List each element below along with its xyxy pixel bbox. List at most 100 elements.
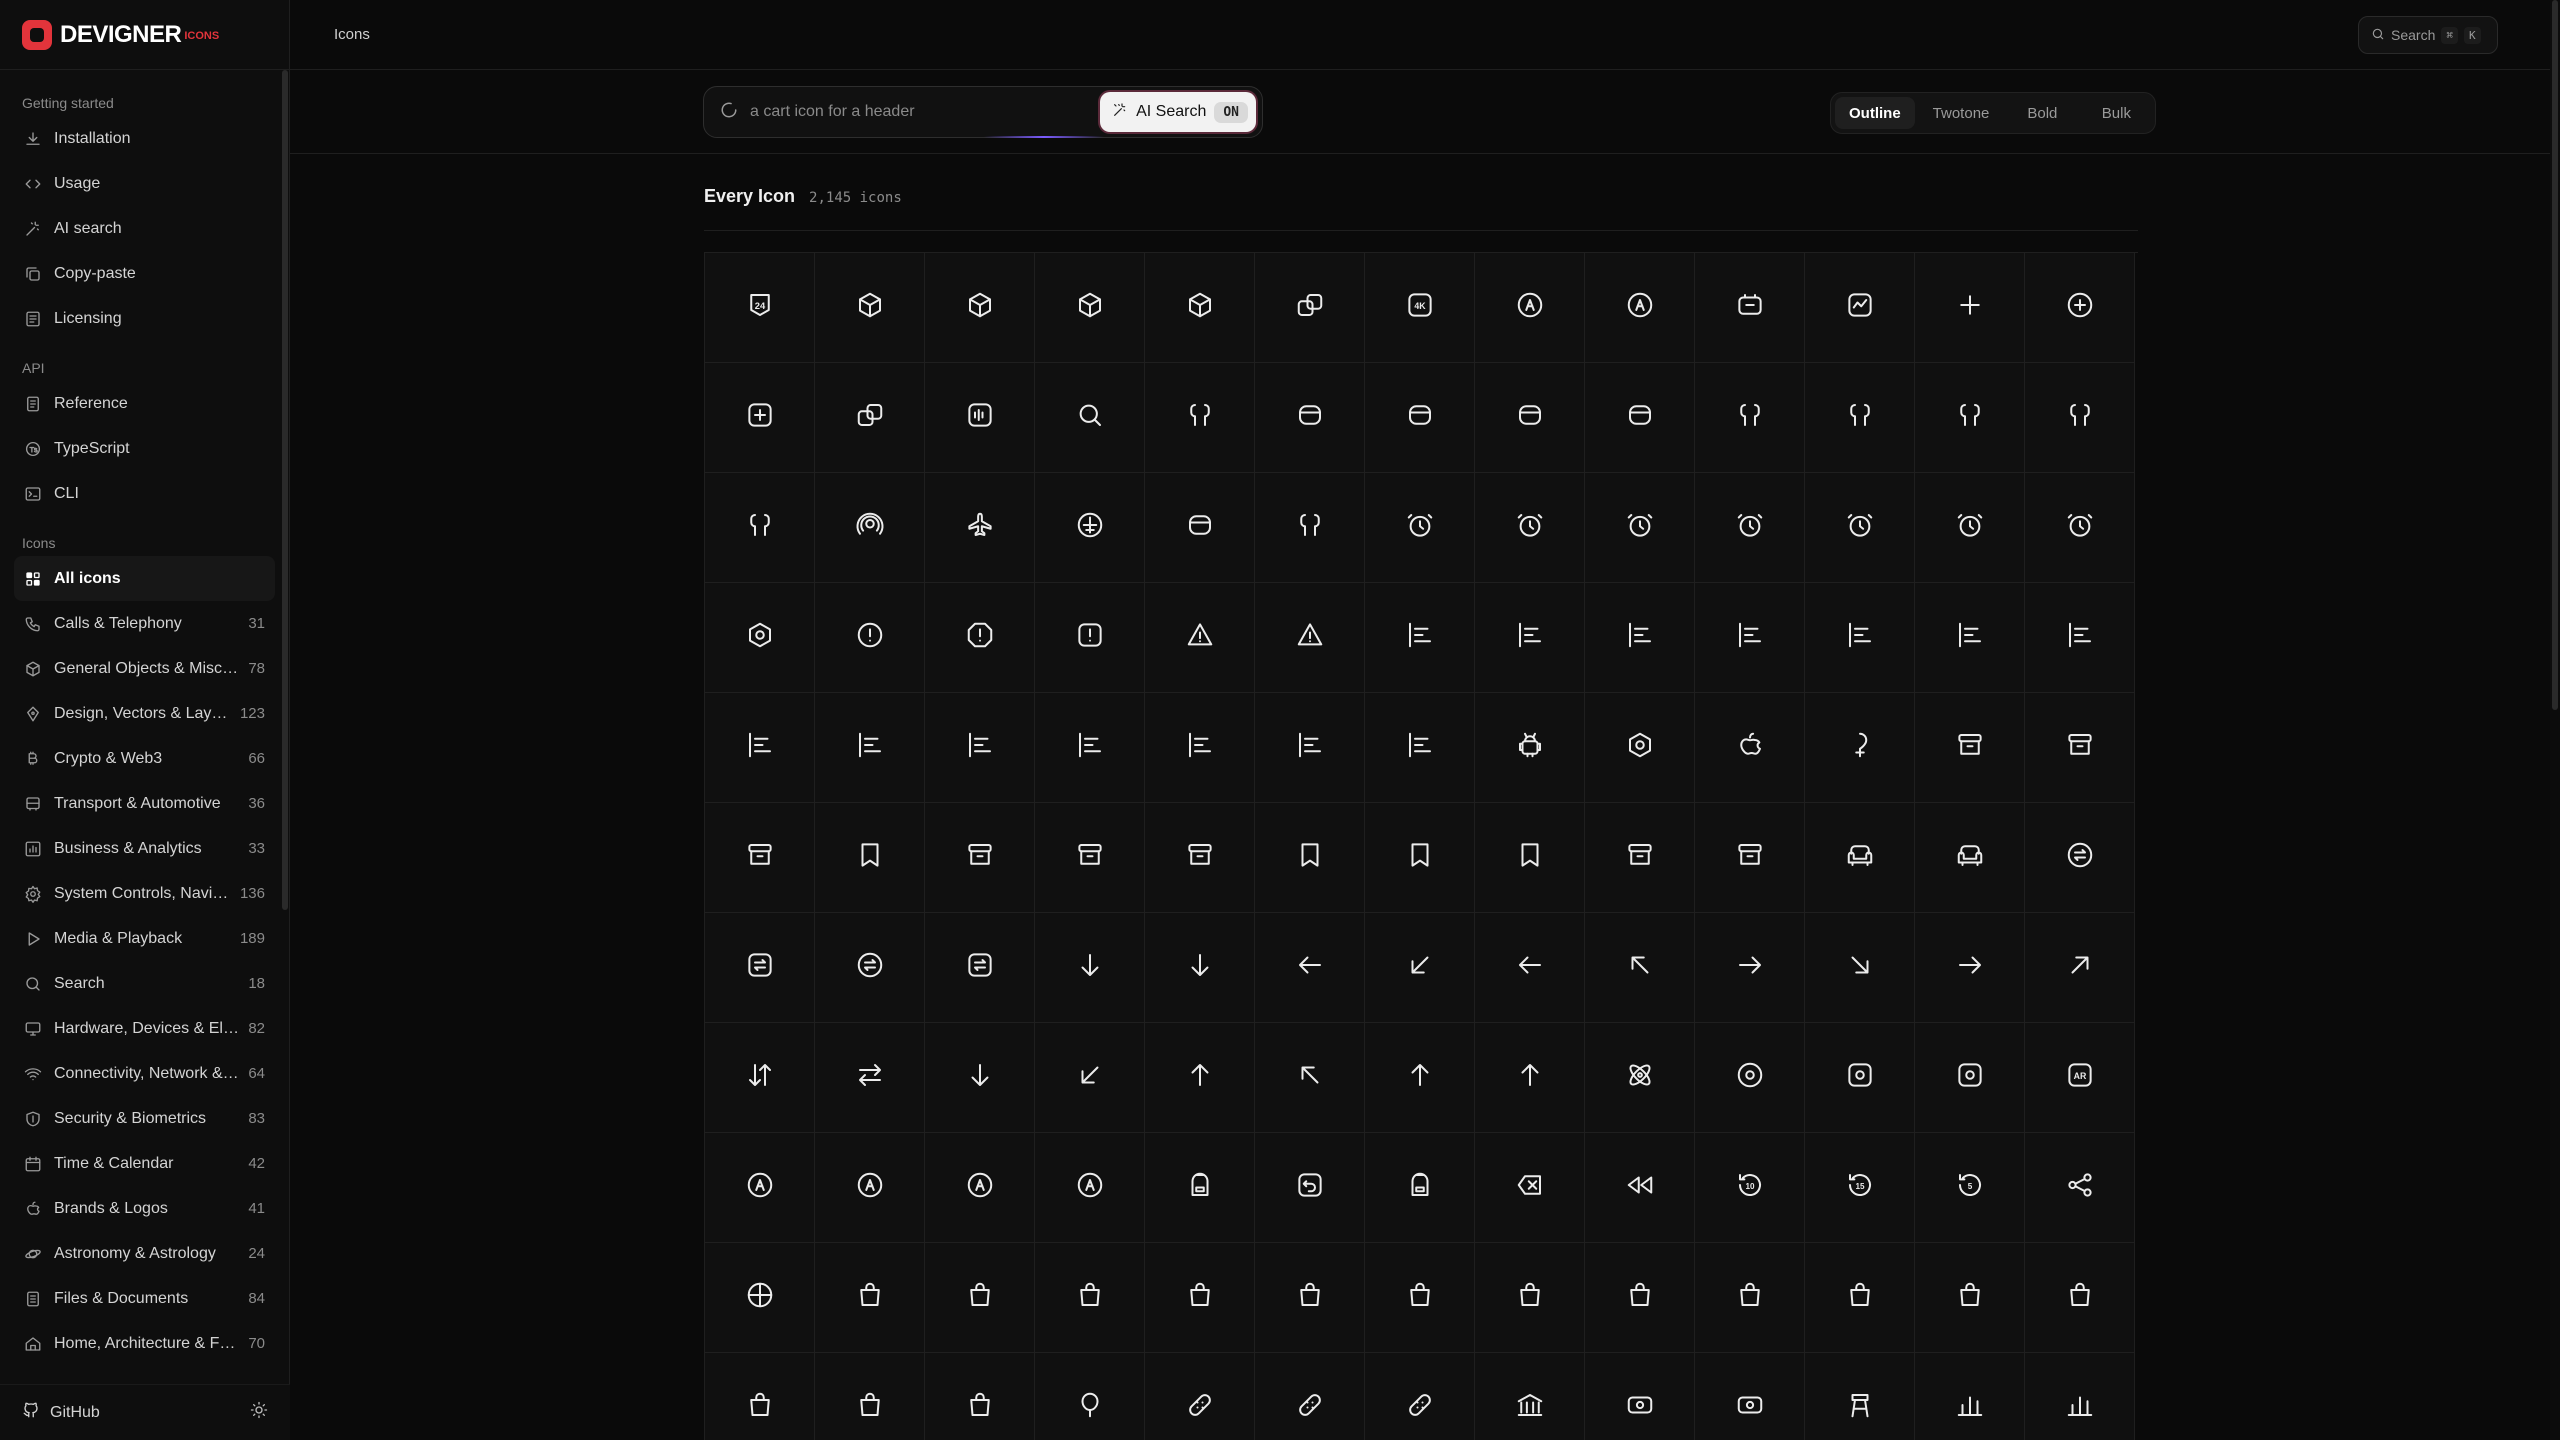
sidebar-item-calls-telephony[interactable]: Calls & Telephony 31	[14, 601, 275, 646]
sidebar-item-system-controls-navigation[interactable]: System Controls, Navigation 136	[14, 871, 275, 916]
sidebar-item-licensing[interactable]: Licensing	[14, 296, 275, 341]
icon-tile[interactable]	[925, 803, 1035, 913]
icon-tile[interactable]	[1915, 1023, 2025, 1133]
icon-tile[interactable]	[2025, 583, 2135, 693]
icon-tile[interactable]	[705, 1243, 815, 1353]
icon-tile[interactable]	[1915, 1243, 2025, 1353]
sidebar-item-crypto-web3[interactable]: Crypto & Web3 66	[14, 736, 275, 781]
icon-tile[interactable]	[1475, 363, 1585, 473]
icon-tile[interactable]	[1035, 693, 1145, 803]
icon-tile[interactable]	[1585, 253, 1695, 363]
icon-tile[interactable]	[1695, 1353, 1805, 1440]
icon-tile[interactable]	[1695, 913, 1805, 1023]
icon-tile[interactable]	[2025, 253, 2135, 363]
icon-tile[interactable]	[705, 1133, 815, 1243]
icon-tile[interactable]	[1585, 1243, 1695, 1353]
style-option-bulk[interactable]: Bulk	[2081, 97, 2151, 129]
icon-tile[interactable]	[1035, 803, 1145, 913]
style-option-bold[interactable]: Bold	[2007, 97, 2077, 129]
sidebar-item-all-icons[interactable]: All icons	[14, 556, 275, 601]
icon-tile[interactable]	[1475, 913, 1585, 1023]
sidebar-item-media-playback[interactable]: Media & Playback 189	[14, 916, 275, 961]
sidebar-item-installation[interactable]: Installation	[14, 116, 275, 161]
icon-tile[interactable]	[1475, 1023, 1585, 1133]
icon-tile[interactable]	[1585, 363, 1695, 473]
icon-tile[interactable]	[705, 803, 815, 913]
icon-tile[interactable]	[925, 253, 1035, 363]
icon-tile[interactable]: 10	[1695, 1133, 1805, 1243]
icon-tile[interactable]	[815, 803, 925, 913]
sidebar-item-brands-logos[interactable]: Brands & Logos 41	[14, 1186, 275, 1231]
icon-tile[interactable]	[925, 363, 1035, 473]
icon-tile[interactable]	[1695, 693, 1805, 803]
icon-tile[interactable]	[1695, 363, 1805, 473]
sidebar-item-astronomy-astrology[interactable]: Astronomy & Astrology 24	[14, 1231, 275, 1276]
ai-search-toggle[interactable]: AI Search ON	[1100, 92, 1256, 132]
icon-tile[interactable]	[1365, 1023, 1475, 1133]
icon-tile[interactable]	[1365, 1133, 1475, 1243]
sidebar-item-typescript[interactable]: TypeScript	[14, 426, 275, 471]
icon-tile[interactable]	[1805, 253, 1915, 363]
sidebar-item-time-calendar[interactable]: Time & Calendar 42	[14, 1141, 275, 1186]
icon-tile[interactable]	[1695, 253, 1805, 363]
icon-tile[interactable]	[925, 913, 1035, 1023]
icon-tile[interactable]	[1695, 473, 1805, 583]
sidebar-item-transport-automotive[interactable]: Transport & Automotive 36	[14, 781, 275, 826]
icon-tile[interactable]	[1145, 473, 1255, 583]
icon-tile[interactable]	[815, 913, 925, 1023]
icon-tile[interactable]	[2025, 1353, 2135, 1440]
sidebar-item-general-objects-miscellaneous[interactable]: General Objects & Miscellaneous 78	[14, 646, 275, 691]
icon-tile[interactable]: 24	[705, 253, 815, 363]
icon-tile[interactable]	[1255, 803, 1365, 913]
icon-tile[interactable]	[1475, 583, 1585, 693]
icon-tile[interactable]	[705, 473, 815, 583]
icon-tile[interactable]	[1915, 473, 2025, 583]
icon-tile[interactable]	[1255, 1353, 1365, 1440]
sidebar-item-usage[interactable]: Usage	[14, 161, 275, 206]
icon-tile[interactable]	[1585, 913, 1695, 1023]
sidebar-item-reference[interactable]: Reference	[14, 381, 275, 426]
icon-tile[interactable]	[1365, 583, 1475, 693]
icon-tile[interactable]	[815, 1133, 925, 1243]
icon-tile[interactable]	[1475, 1133, 1585, 1243]
icon-tile[interactable]	[1035, 913, 1145, 1023]
icon-tile[interactable]	[1805, 693, 1915, 803]
icon-tile[interactable]	[1255, 1243, 1365, 1353]
icon-tile[interactable]	[1035, 253, 1145, 363]
icon-tile[interactable]	[1915, 583, 2025, 693]
icon-tile[interactable]	[1475, 1353, 1585, 1440]
icon-tile[interactable]	[1585, 1023, 1695, 1133]
icon-tile[interactable]	[1255, 583, 1365, 693]
icon-tile[interactable]	[1475, 253, 1585, 363]
ai-search-input[interactable]	[738, 92, 1101, 132]
icon-tile[interactable]	[815, 1353, 925, 1440]
sidebar-item-files-documents[interactable]: Files & Documents 84	[14, 1276, 275, 1321]
icon-tile[interactable]	[1145, 1023, 1255, 1133]
icon-tile[interactable]	[1805, 913, 1915, 1023]
icon-tile[interactable]	[1585, 473, 1695, 583]
icon-tile[interactable]	[705, 913, 815, 1023]
style-option-twotone[interactable]: Twotone	[1919, 97, 2004, 129]
icon-tile[interactable]	[925, 693, 1035, 803]
icon-tile[interactable]	[1805, 803, 1915, 913]
icon-tile[interactable]	[1035, 1243, 1145, 1353]
icon-tile[interactable]	[815, 693, 925, 803]
icon-tile[interactable]	[705, 1353, 815, 1440]
sidebar-item-ai-search[interactable]: AI search	[14, 206, 275, 251]
icon-tile[interactable]	[925, 473, 1035, 583]
icon-tile[interactable]	[2025, 1243, 2135, 1353]
icon-tile[interactable]	[1255, 913, 1365, 1023]
icon-tile[interactable]	[1805, 583, 1915, 693]
icon-tile[interactable]	[1805, 1353, 1915, 1440]
icon-tile[interactable]	[2025, 1133, 2135, 1243]
icon-tile[interactable]	[1365, 803, 1475, 913]
icon-tile[interactable]	[1145, 253, 1255, 363]
icon-tile[interactable]: AR	[2025, 1023, 2135, 1133]
global-search-button[interactable]: Search ⌘ K	[2358, 16, 2498, 54]
icon-tile[interactable]: 4K	[1365, 253, 1475, 363]
sidebar-item-cli[interactable]: CLI	[14, 471, 275, 516]
icon-tile[interactable]	[1915, 253, 2025, 363]
icon-tile[interactable]	[1035, 583, 1145, 693]
icon-tile[interactable]	[1805, 473, 1915, 583]
icon-tile[interactable]	[925, 1023, 1035, 1133]
